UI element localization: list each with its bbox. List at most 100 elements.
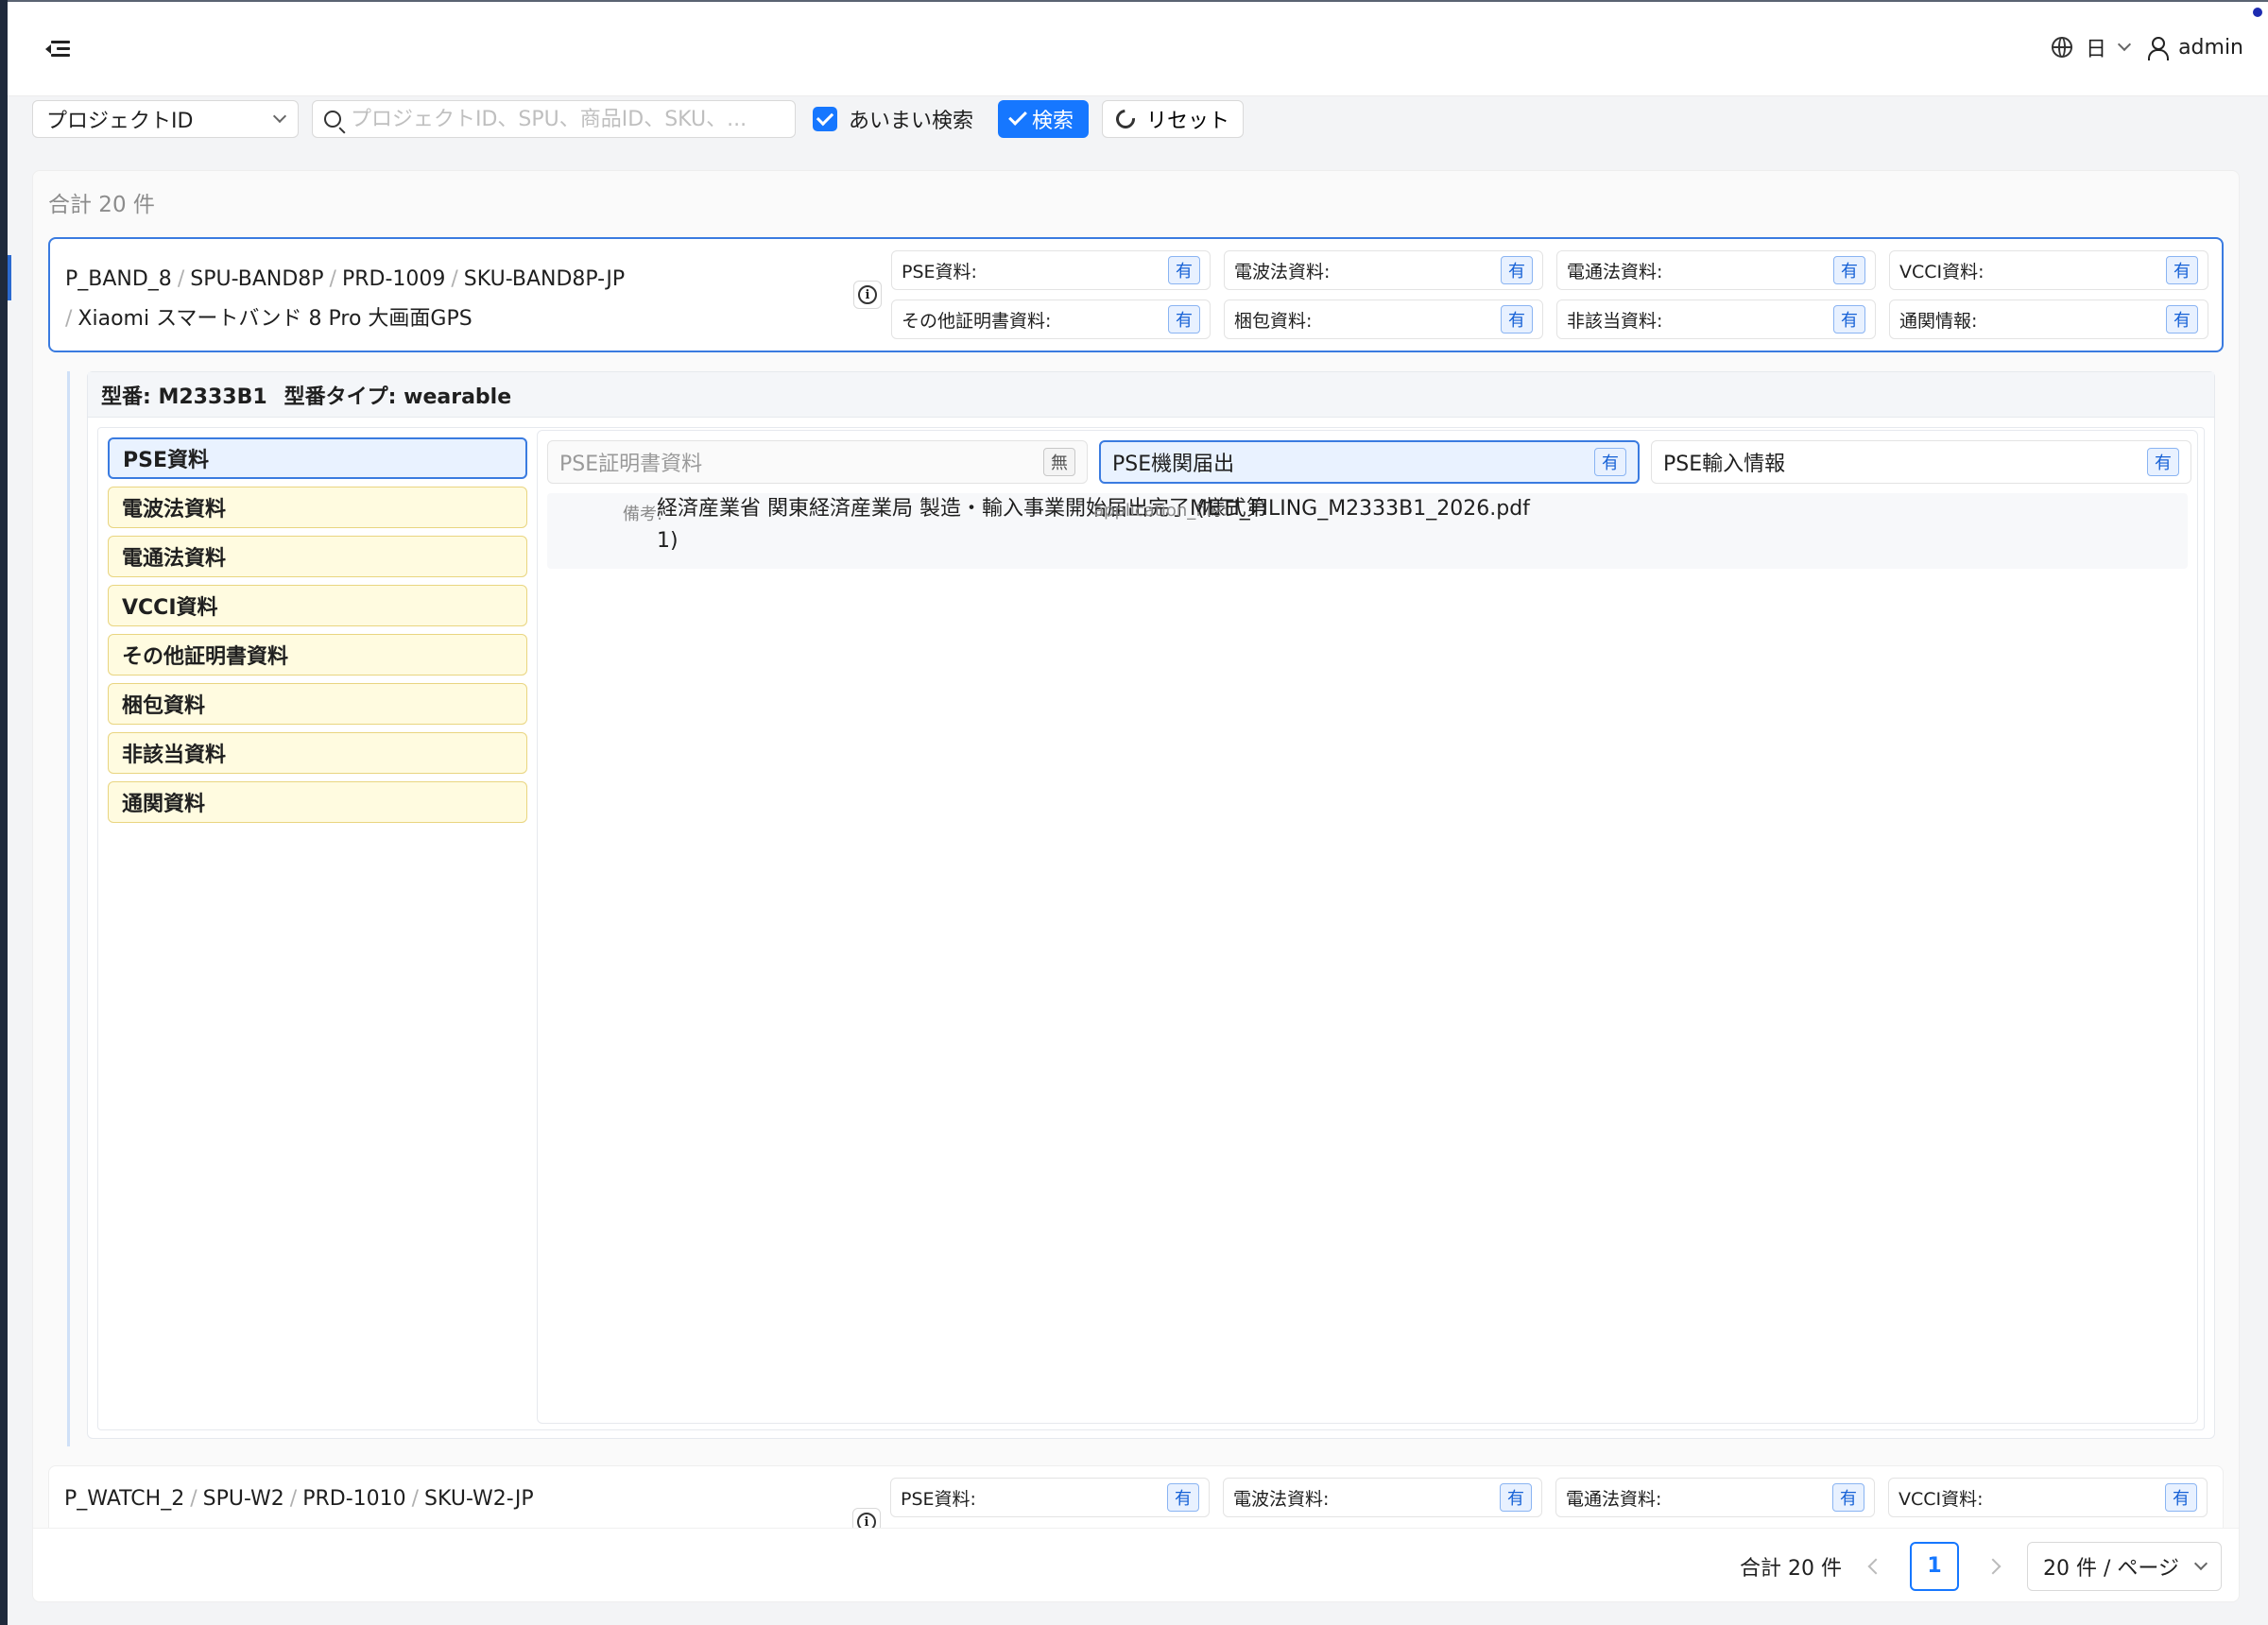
chevron-down-icon [2193,1556,2208,1570]
flag-label: VCCI資料: [1899,1488,1984,1510]
status-dot-icon [2251,6,2264,19]
chevron-right-icon[interactable] [1984,1558,2002,1574]
model-section: 型番: M2333B1 型番タイプ: wearable PSE資料 電波法資料 … [87,371,2215,1439]
flag-telecom: 電通法資料: 有 [1555,1478,1875,1517]
flag-label: 電通法資料: [1567,261,1663,282]
flag-other-cert: その他証明書資料: 有 [891,299,1211,339]
page-size-select[interactable]: 20 件 / ページ [2027,1541,2222,1591]
chevron-down-icon [272,109,287,124]
menu-fold-icon[interactable] [45,38,70,60]
flag-radio: 電波法資料: 有 [1224,250,1543,290]
page-number-current[interactable]: 1 [1910,1541,1959,1591]
search-icon [324,111,341,128]
status-badge: 有 [1832,1483,1864,1512]
filing-detail: 備考: 経済産業省 関東経済産業局 製造・輸入事業開始届出完了 (様式第 1) … [547,493,2188,569]
side-active-marker [8,255,11,300]
status-badge: 有 [2166,305,2198,334]
tab-vcci[interactable]: VCCI資料 [108,585,527,626]
flag-radio: 電波法資料: 有 [1223,1478,1542,1517]
language-label: 日 [2086,38,2107,61]
flag-label: 電波法資料: [1234,261,1331,282]
file-value[interactable]: METI_FILING_M2333B1_2026.pdf [1190,493,1530,525]
model-type: 型番タイプ: wearable [284,385,512,409]
card-expansion: 型番: M2333B1 型番タイプ: wearable PSE資料 電波法資料 … [67,371,2227,1446]
check-icon [1008,107,1027,126]
fuzzy-search-label: あいまい検索 [849,110,974,133]
info-button[interactable]: i [853,281,882,309]
model-number: 型番: M2333B1 [101,385,267,409]
product-path: P_BAND_8/SPU-BAND8P / PRD-1009/SKU-BAND8P-… [65,267,626,331]
product-path: P_WATCH_2/SPU-W2/PRD-1010/SKU-W2-JP [64,1487,534,1511]
search-field-select[interactable]: プロジェクトID [32,100,299,138]
status-badge: 有 [1167,1483,1199,1512]
status-badge: 有 [2147,448,2179,476]
spu-id: SPU-W2 [202,1487,284,1511]
subtab-pse-import[interactable]: PSE輸入情報 有 [1651,440,2191,484]
status-badge: 有 [1833,305,1865,334]
status-badge: 有 [1168,305,1200,334]
subtab-pse-filing[interactable]: PSE機関届出 有 [1099,440,1640,484]
status-badge: 有 [2166,256,2198,284]
tab-radio-law[interactable]: 電波法資料 [108,487,527,528]
user-name: admin [2178,35,2243,60]
flag-label: 電波法資料: [1233,1488,1330,1510]
product-card[interactable]: P_BAND_8/SPU-BAND8P / PRD-1009/SKU-BAND8P-… [48,237,2224,352]
search-input-wrapper [312,100,796,138]
subtab-label: PSE輸入情報 [1663,453,1786,476]
chevron-left-icon[interactable] [1867,1558,1884,1574]
flag-pse: PSE資料: 有 [891,250,1211,290]
tab-customs[interactable]: 通関資料 [108,781,527,823]
product-id: PRD-1010 [302,1487,406,1511]
results-panel: 合計 20 件 P_BAND_8/SPU-BAND8P / PRD-1009/SKU… [32,170,2240,1602]
flag-label: PSE資料: [902,261,977,282]
flag-label: その他証明書資料: [902,310,1052,332]
flag-label: 電通法資料: [1566,1488,1662,1510]
app-window: 日 admin プロジェクトID あいまい検索 検索 [8,0,2268,1625]
model-body: PSE資料 電波法資料 電通法資料 VCCI資料 その他証明書資料 梱包資料 非… [97,427,2205,1430]
subtab-pse-certificate[interactable]: PSE証明書資料 無 [547,440,1088,484]
tab-telecom-law[interactable]: 電通法資料 [108,536,527,577]
flag-non-applicable: 非該当資料: 有 [1556,299,1876,339]
note-value-line2: 1) [657,529,679,553]
header-actions: 日 admin [2052,32,2243,62]
flag-vcci: VCCI資料: 有 [1889,250,2208,290]
search-button-label: 検索 [1032,109,1074,132]
tab-other-cert[interactable]: その他証明書資料 [108,634,527,676]
sku-id: SKU-W2-JP [424,1487,534,1511]
status-badge: 有 [1501,305,1533,334]
status-badge: 無 [1043,448,1075,476]
search-button[interactable]: 検索 [998,100,1090,138]
reload-icon [1111,105,1140,133]
user-icon [2148,37,2170,60]
reset-button-label: リセット [1146,109,1230,132]
status-badge: 有 [1594,448,1626,476]
tab-packaging[interactable]: 梱包資料 [108,683,527,725]
chevron-down-icon [2117,37,2132,52]
fuzzy-search-checkbox[interactable] [813,107,837,131]
product-id: PRD-1009 [341,267,446,291]
status-badge: 有 [1168,256,1200,284]
search-input[interactable] [351,107,783,131]
subtab-label: PSE機関届出 [1112,453,1235,476]
document-flags: PSE資料: 有 電波法資料: 有 電通法資料: 有 VCCI資料: 有 [890,1478,2208,1517]
status-badge: 有 [1500,1483,1532,1512]
product-name: Xiaomi スマートバンド 8 Pro 大画面GPS [77,307,472,331]
reset-button[interactable]: リセット [1102,100,1245,138]
sku-id: SKU-BAND8P-JP [463,267,626,291]
fuzzy-search-toggle[interactable]: あいまい検索 [813,104,973,134]
total-count: 合計 20 件 [48,193,155,217]
user-menu[interactable]: admin [2148,36,2243,60]
flag-packaging: 梱包資料: 有 [1224,299,1543,339]
document-flags: PSE資料: 有 電波法資料: 有 電通法資料: 有 VCCI資料: 有 その他証明書資… [891,250,2208,339]
info-icon: i [858,285,877,304]
tab-non-applicable[interactable]: 非該当資料 [108,732,527,774]
flag-label: 非該当資料: [1567,310,1663,332]
subtab-label: PSE証明書資料 [559,453,703,476]
tab-pse[interactable]: PSE資料 [108,437,527,479]
flag-label: PSE資料: [901,1488,976,1510]
flag-label: 通関情報: [1899,310,1978,332]
language-switcher[interactable]: 日 [2052,32,2132,62]
flag-pse: PSE資料: 有 [890,1478,1210,1517]
globe-icon [2052,37,2073,58]
model-header: 型番: M2333B1 型番タイプ: wearable [88,372,2214,418]
